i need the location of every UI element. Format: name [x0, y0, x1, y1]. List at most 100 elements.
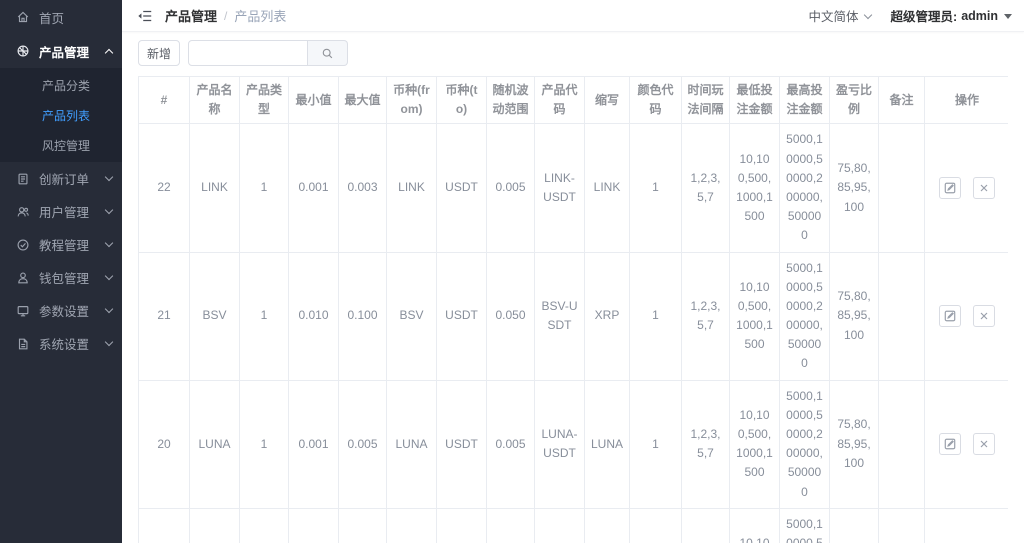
product-icon — [16, 44, 30, 58]
cell-profit-ratio: 75,80,85,95,100 — [830, 124, 879, 252]
cell-product-code: LUNA-USDT — [535, 380, 585, 508]
chevron-up-icon — [105, 48, 113, 56]
sidebar-item-label: 产品列表 — [42, 107, 90, 124]
home-icon — [16, 10, 30, 24]
cell-color-code: 1 — [630, 508, 682, 543]
cell-currency-from: USDHKD — [387, 508, 437, 543]
product-table: # 产品名称 产品类型 最小值 最大值 币种(from) 币种(to) 随机波动… — [138, 76, 1008, 543]
cell-profit-ratio: 75,80,85,95,100 — [830, 380, 879, 508]
cell-product-name: LUNA — [190, 380, 240, 508]
system-icon — [16, 337, 30, 351]
cell-color-code: 1 — [630, 124, 682, 252]
cell-max-value: 0.005 — [339, 380, 387, 508]
cell-remark — [879, 380, 925, 508]
cell-time-interval: 1,2,3,5,7 — [682, 380, 730, 508]
cell-max-bet: 5000,10000,50000,200000,500000 — [780, 252, 830, 380]
cell-color-code: 1 — [630, 252, 682, 380]
cell-currency-from: BSV — [387, 252, 437, 380]
sidebar-item-home[interactable]: 首页 — [0, 0, 122, 34]
sidebar-item-risk-management[interactable]: 风控管理 — [0, 130, 122, 160]
edit-button[interactable] — [939, 177, 961, 199]
cell-product-type: 1 — [240, 124, 289, 252]
sidebar-item-product-management[interactable]: 产品管理 — [0, 34, 122, 68]
edit-button[interactable] — [939, 305, 961, 327]
cell-product-code: BSV-USDT — [535, 252, 585, 380]
search-icon — [321, 47, 334, 60]
sidebar-item-wallet-management[interactable]: 钱包管理 — [0, 261, 122, 294]
col-profit-ratio: 盈亏比例 — [830, 77, 879, 124]
sidebar-collapse-button[interactable] — [135, 6, 155, 26]
sidebar-item-label: 系统设置 — [39, 334, 89, 353]
cell-max-value: 0.100 — [339, 252, 387, 380]
cell-min-value: 0.001 — [289, 380, 339, 508]
cell-min-value: 0.001 — [289, 508, 339, 543]
cell-index: 20 — [139, 380, 190, 508]
sidebar-item-product-categories[interactable]: 产品分类 — [0, 70, 122, 100]
table-toolbar: 新增 — [138, 40, 1008, 66]
delete-button[interactable] — [973, 177, 995, 199]
cell-actions — [925, 508, 1009, 543]
cell-currency-to: USDT — [437, 252, 487, 380]
breadcrumb-section[interactable]: 产品管理 — [165, 6, 217, 25]
close-icon — [978, 438, 990, 450]
cell-product-type: 1 — [240, 252, 289, 380]
cell-actions — [925, 252, 1009, 380]
cell-remark — [879, 252, 925, 380]
table-row: 22 LINK 1 0.001 0.003 LINK USDT 0.005 LI… — [139, 124, 1009, 252]
delete-button[interactable] — [973, 305, 995, 327]
sidebar-item-tutorial-management[interactable]: 教程管理 — [0, 228, 122, 261]
cell-product-name: LINK — [190, 124, 240, 252]
sidebar-item-parameter-settings[interactable]: 参数设置 — [0, 294, 122, 327]
col-abbreviation: 缩写 — [585, 77, 630, 124]
col-product-name: 产品名称 — [190, 77, 240, 124]
table-row: 21 BSV 1 0.010 0.100 BSV USDT 0.050 BSV-… — [139, 252, 1009, 380]
cell-time-interval: 1,2,3,5,7 — [682, 508, 730, 543]
sidebar: 首页 产品管理 产品分类 产品列表 风控管理 创新订单 用户管理 — [0, 0, 122, 543]
cell-min-value: 0.010 — [289, 252, 339, 380]
cell-fluctuation-range: 0.005 — [487, 124, 535, 252]
chevron-down-icon — [105, 206, 113, 214]
product-table-wrap: # 产品名称 产品类型 最小值 最大值 币种(from) 币种(to) 随机波动… — [138, 76, 1008, 543]
wallet-icon — [16, 271, 30, 285]
add-button[interactable]: 新增 — [138, 40, 180, 66]
sidebar-item-label: 首页 — [39, 8, 64, 27]
cell-max-bet: 5000,10000,50000,200000,500000 — [780, 508, 830, 543]
search-input[interactable] — [188, 40, 308, 66]
col-fluctuation-range: 随机波动范围 — [487, 77, 535, 124]
cell-abbreviation: XRP — [585, 252, 630, 380]
cell-profit-ratio: 75,80,85,95,100 — [830, 508, 879, 543]
sidebar-item-product-list[interactable]: 产品列表 — [0, 100, 122, 130]
search-button[interactable] — [308, 40, 348, 66]
sidebar-item-label: 用户管理 — [39, 202, 89, 221]
col-product-type: 产品类型 — [240, 77, 289, 124]
col-product-code: 产品代码 — [535, 77, 585, 124]
sidebar-item-system-settings[interactable]: 系统设置 — [0, 327, 122, 360]
edit-button[interactable] — [939, 433, 961, 455]
cell-min-bet: 10,100,500,1000,1500 — [730, 124, 780, 252]
language-label: 中文简体 — [809, 6, 859, 25]
cell-product-name: HKD/USD — [190, 508, 240, 543]
order-icon — [16, 172, 30, 186]
col-max-bet: 最高投注金额 — [780, 77, 830, 124]
col-currency-from: 币种(from) — [387, 77, 437, 124]
sidebar-item-user-management[interactable]: 用户管理 — [0, 195, 122, 228]
cell-abbreviation: LINK — [585, 124, 630, 252]
col-remark: 备注 — [879, 77, 925, 124]
col-min-bet: 最低投注金额 — [730, 77, 780, 124]
top-bar: 产品管理 / 产品列表 中文简体 超级管理员: admin — [122, 0, 1024, 32]
cell-profit-ratio: 75,80,85,95,100 — [830, 252, 879, 380]
language-selector[interactable]: 中文简体 — [809, 6, 871, 25]
cell-currency-from: LUNA — [387, 380, 437, 508]
sidebar-item-innovation-orders[interactable]: 创新订单 — [0, 162, 122, 195]
user-name: admin — [961, 9, 998, 23]
chevron-down-icon — [105, 338, 113, 346]
edit-icon — [944, 438, 956, 450]
delete-button[interactable] — [973, 433, 995, 455]
table-row: 19 HKD/USD 2 0.001 0.005 USDHKD USDHKD 0… — [139, 508, 1009, 543]
edit-icon — [944, 310, 956, 322]
main-content: 产品管理 / 产品列表 中文简体 超级管理员: admin 新增 — [122, 0, 1024, 543]
user-menu[interactable]: 超级管理员: admin — [891, 6, 1012, 25]
chevron-down-icon — [105, 173, 113, 181]
col-index: # — [139, 77, 190, 124]
col-currency-to: 币种(to) — [437, 77, 487, 124]
